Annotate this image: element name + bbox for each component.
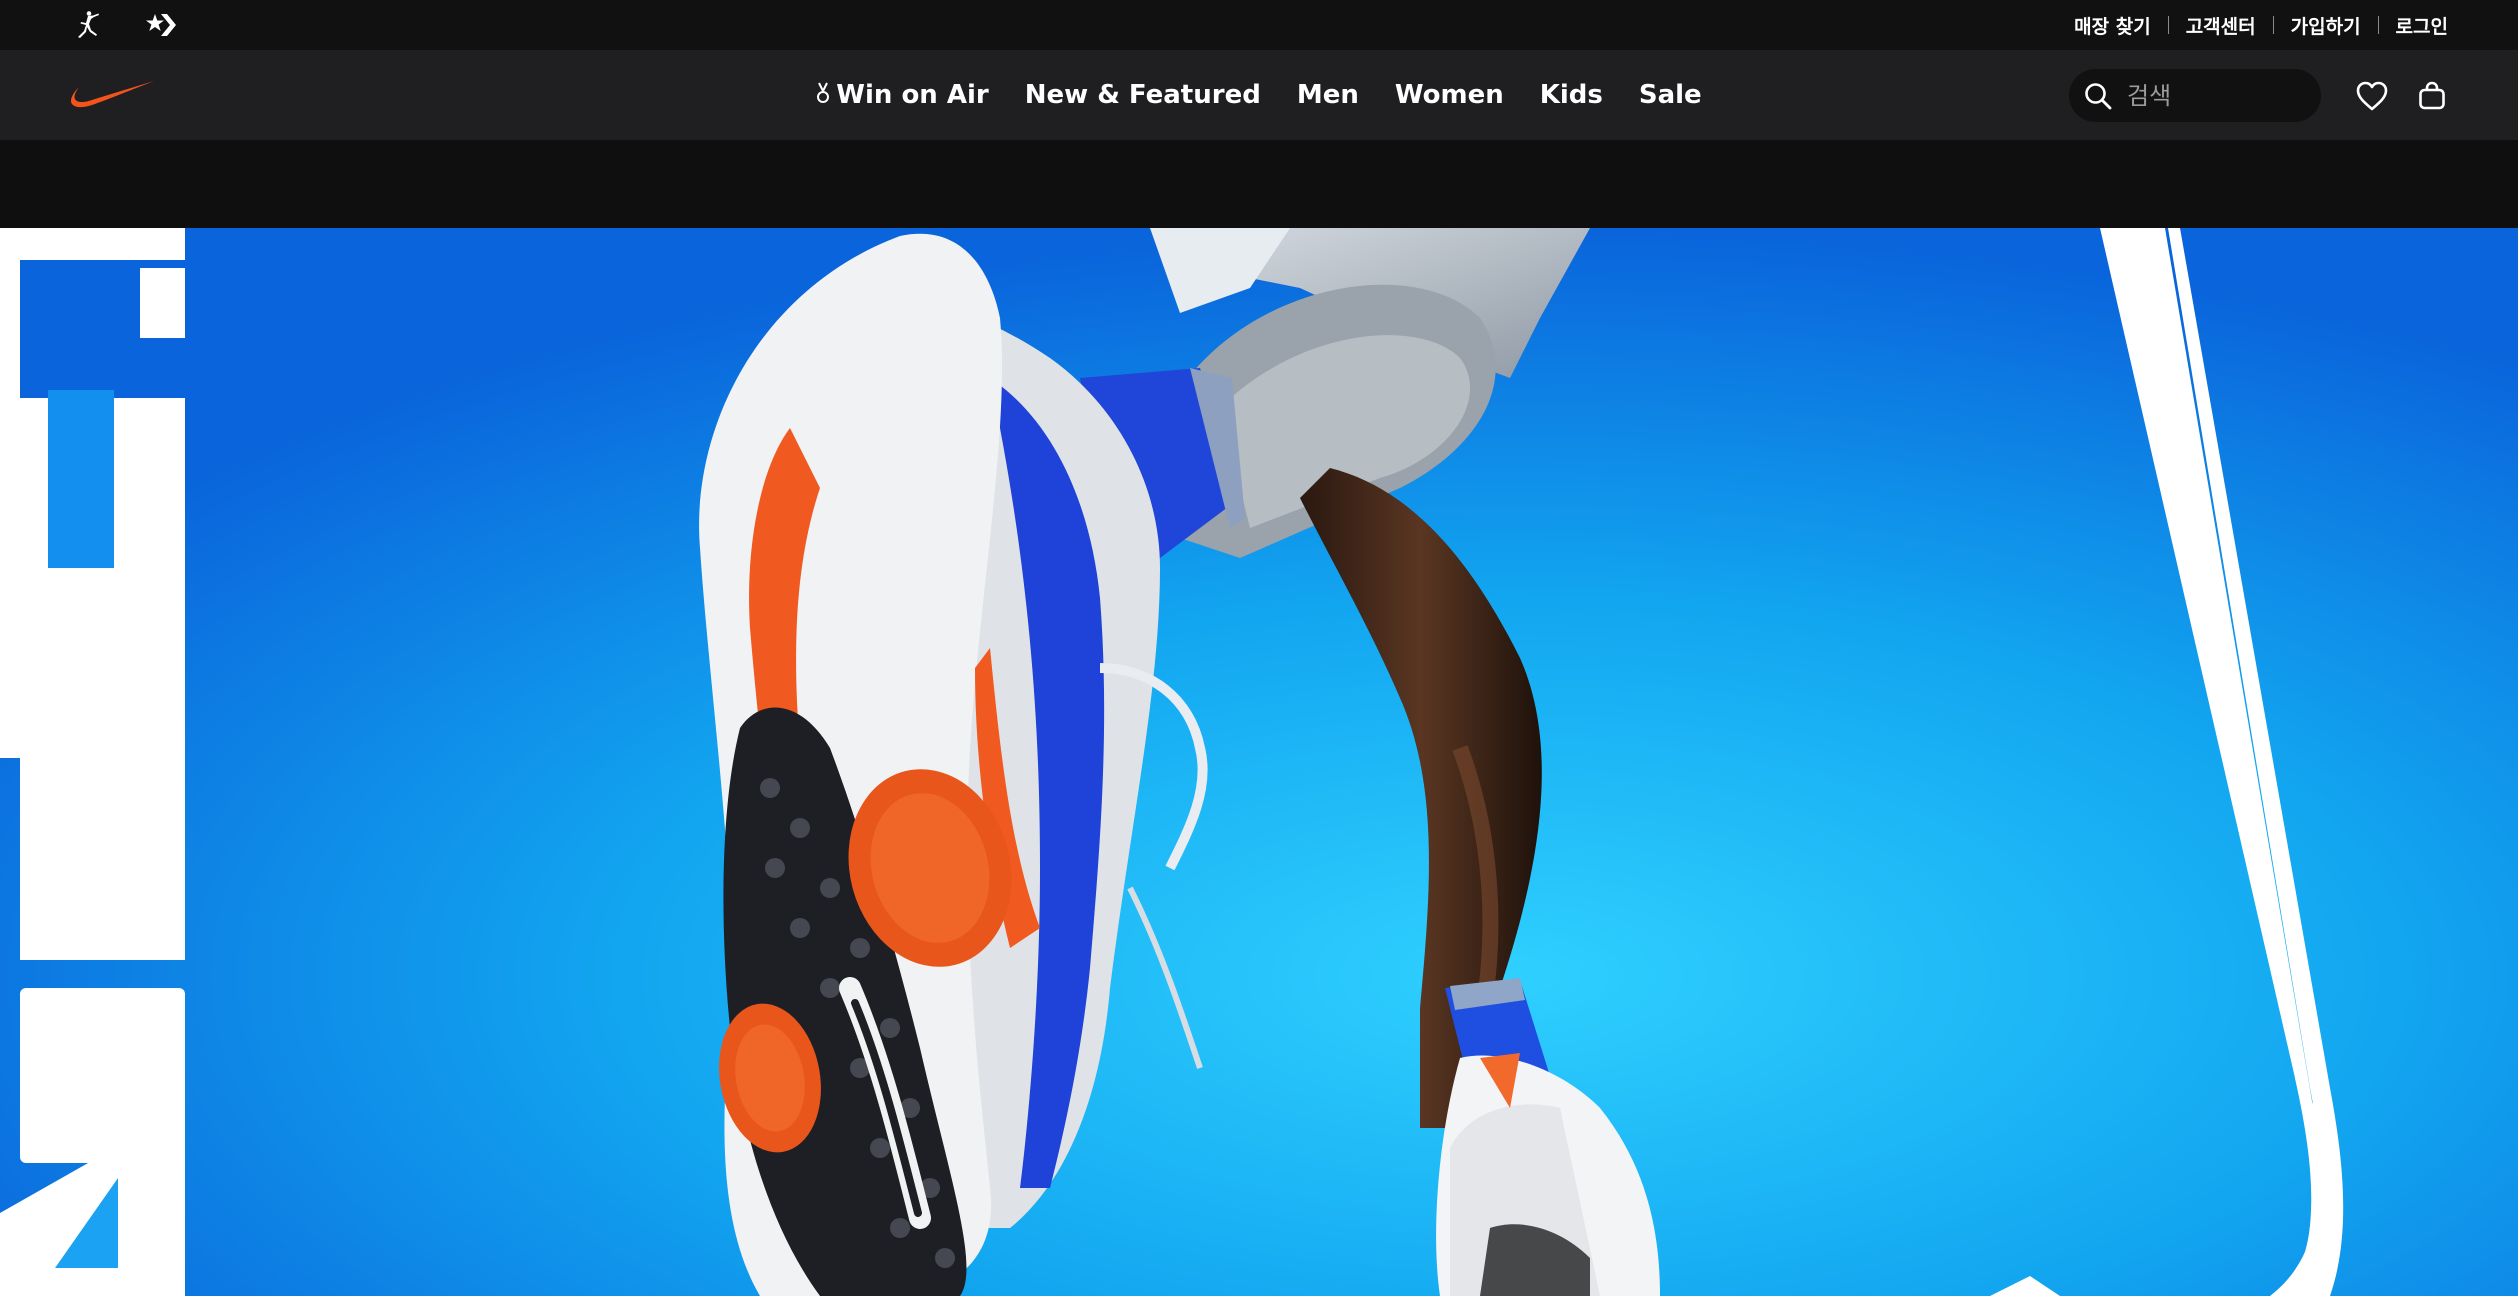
- customer-service-link[interactable]: 고객센터: [2169, 12, 2273, 39]
- medal-icon: [816, 82, 830, 109]
- nav-item-women[interactable]: Women: [1395, 80, 1504, 110]
- brand-links: [70, 8, 178, 42]
- favorites-button[interactable]: [2354, 78, 2390, 114]
- jordan-link[interactable]: [70, 8, 104, 42]
- converse-star-chevron-icon: [146, 14, 176, 36]
- bag-icon: [2419, 81, 2445, 110]
- nav-item-label: Sale: [1638, 80, 1702, 110]
- promo-banner-strip: [0, 140, 2518, 228]
- search-box[interactable]: [2069, 69, 2321, 122]
- nav-item-new-featured[interactable]: New & Featured: [1025, 80, 1261, 110]
- hero-banner[interactable]: [0, 228, 2518, 1296]
- nav-item-sale[interactable]: Sale: [1639, 80, 1702, 110]
- nav-item-label: Win on Air: [836, 80, 989, 110]
- nav-item-label: Kids: [1539, 80, 1603, 110]
- nav-item-label: Women: [1394, 80, 1504, 110]
- nav-item-label: New & Featured: [1024, 80, 1261, 110]
- home-logo-link[interactable]: [66, 75, 156, 115]
- login-link[interactable]: 로그인: [2379, 12, 2448, 39]
- jordan-jumpman-icon: [78, 11, 99, 38]
- join-link[interactable]: 가입하기: [2274, 12, 2378, 39]
- nav-item-men[interactable]: Men: [1297, 80, 1359, 110]
- main-nav: Win on Air New & Featured Men Women Kids…: [0, 50, 2518, 140]
- nike-swoosh-icon: [70, 81, 154, 108]
- hero-illustration: [0, 228, 2518, 1296]
- store-locator-link[interactable]: 매장 찾기: [2057, 12, 2168, 39]
- bag-button[interactable]: [2414, 78, 2450, 114]
- heart-icon: [2356, 81, 2388, 111]
- search-input[interactable]: [2125, 80, 2315, 111]
- nav-item-win-on-air[interactable]: Win on Air: [816, 80, 989, 110]
- utility-links: 매장 찾기 고객센터 가입하기 로그인: [2057, 12, 2448, 39]
- converse-link[interactable]: [144, 8, 178, 42]
- nav-item-kids[interactable]: Kids: [1540, 80, 1603, 110]
- utility-bar: 매장 찾기 고객센터 가입하기 로그인: [0, 0, 2518, 50]
- nav-item-label: Men: [1296, 80, 1359, 110]
- search-icon: [2085, 82, 2112, 109]
